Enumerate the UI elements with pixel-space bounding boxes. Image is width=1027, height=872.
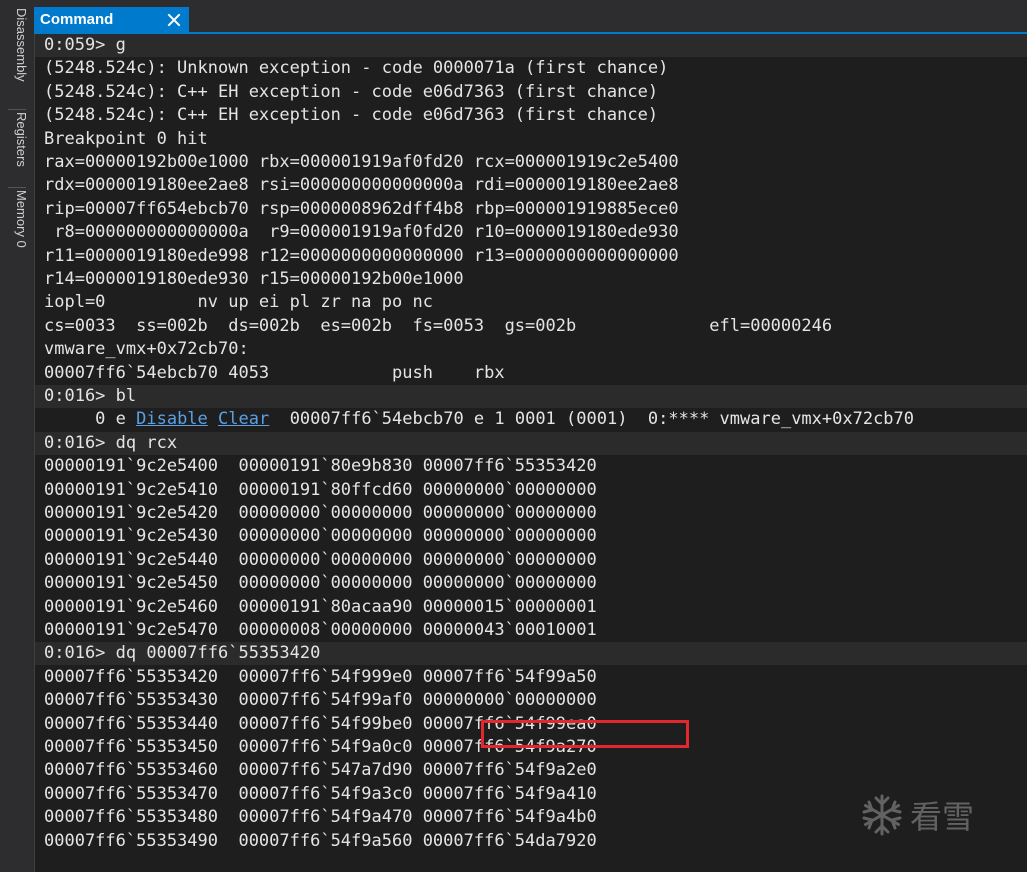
output-line: rdx=0000019180ee2ae8 rsi=000000000000000… [44, 175, 679, 196]
output-line: 00000191`9c2e5420 00000000`00000000 0000… [44, 503, 597, 523]
output-line: 00007ff6`55353430 00007ff6`54f99af0 0000… [44, 690, 597, 711]
close-icon[interactable] [167, 13, 181, 27]
output-line: 00007ff6`55353420 00007ff6`54f999e0 0000… [44, 666, 597, 687]
watermark: 看雪 [860, 790, 990, 840]
output-line: 00000191`9c2e5400 00000191`80e9b830 0000… [44, 456, 597, 477]
command-prompt-line: 0:016> bl [35, 385, 1027, 408]
registers-tab[interactable]: Registers [0, 112, 34, 184]
output-line: 00000191`9c2e5440 00000000`00000000 0000… [44, 549, 597, 570]
memory-tab[interactable]: Memory 0 [0, 190, 34, 274]
highlight-box [481, 720, 689, 748]
side-tab-divider [8, 187, 26, 188]
disassembly-tab[interactable]: Disassembly [0, 8, 34, 108]
command-prompt-line: 0:059> g [35, 34, 1027, 57]
command-tab[interactable]: Command [34, 7, 189, 32]
tab-title: Command [40, 11, 114, 28]
output-line: vmware_vmx+0x72cb70: [44, 339, 249, 360]
command-prompt-line: 0:016> dq 00007ff6`55353420 [35, 642, 1027, 666]
bp-info: 0 e [44, 409, 137, 430]
output-line: Breakpoint 0 hit [44, 128, 208, 149]
output-line: (5248.524c): Unknown exception - code 00… [44, 58, 669, 79]
clear-link[interactable]: Clear [218, 409, 269, 429]
output-line: 00007ff6`54ebcb70 4053 push rbx [44, 362, 505, 383]
output-line: r11=0000019180ede998 r12=000000000000000… [44, 245, 679, 266]
output-line: 00000191`9c2e5430 00000000`00000000 0000… [44, 526, 597, 547]
breakpoint-list-line: 0 e Disable Clear 00007ff6`54ebcb70 e 1 … [35, 408, 1027, 431]
output-line: (5248.524c): C++ EH exception - code e06… [44, 105, 659, 126]
output-line: iopl=0 nv up ei pl zr na po nc [44, 292, 433, 313]
output-line: rax=00000192b00e1000 rbx=000001919af0fd2… [44, 152, 679, 172]
snowflake-icon [862, 794, 902, 836]
command-output[interactable]: 00007ff6`55353490 00007ff6`54f9a560 0000… [35, 34, 1027, 872]
bp-details: 00007ff6`54ebcb70 e 1 0001 (0001) 0:****… [269, 409, 915, 430]
output-line: 00007ff6`55353460 00007ff6`547a7d90 0000… [44, 760, 597, 781]
disable-link[interactable]: Disable [136, 409, 208, 429]
output-line: (5248.524c): C++ EH exception - code e06… [44, 81, 659, 102]
watermark-text: 看雪 [910, 798, 975, 836]
output-line: 00000191`9c2e5470 00000008`00000000 0000… [44, 620, 597, 640]
output-line: 00000191`9c2e5410 00000191`80ffcd60 0000… [44, 479, 597, 500]
output-line: r14=0000019180ede930 r15=00000192b00e100… [44, 269, 464, 289]
output-line: 00000191`9c2e5450 00000000`00000000 0000… [44, 573, 597, 594]
output-line: 00000191`9c2e5460 00000191`80acaa90 0000… [44, 596, 597, 617]
side-panel-strip: Disassembly Registers Memory 0 [0, 0, 35, 872]
output-line: cs=0033 ss=002b ds=002b es=002b fs=0053 … [44, 315, 833, 336]
output-line: rip=00007ff654ebcb70 rsp=0000008962dff4b… [44, 198, 679, 219]
output-line: r8=000000000000000a r9=000001919af0fd20 … [44, 222, 679, 243]
side-tab-divider [8, 109, 26, 110]
command-prompt-line: 0:016> dq rcx [35, 431, 1027, 455]
